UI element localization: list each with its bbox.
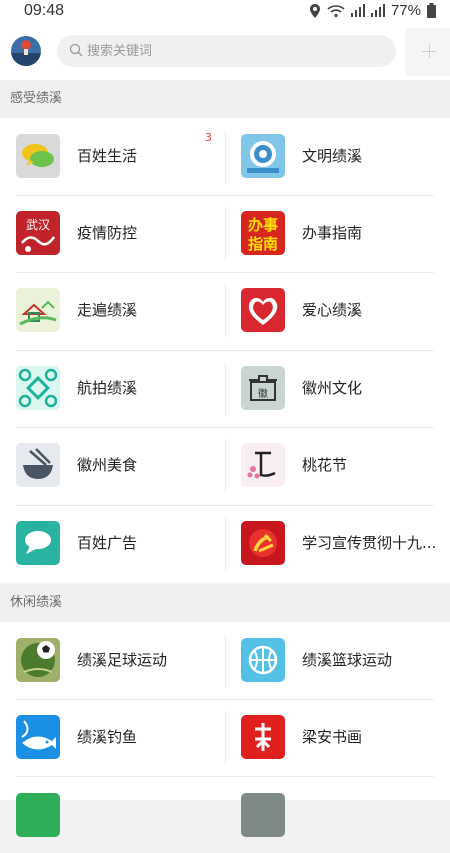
- drone-icon: [16, 366, 60, 410]
- grid-item-label: 徽州美食: [77, 456, 138, 474]
- grid-item-fishing[interactable]: 绩溪钓鱼: [0, 699, 225, 776]
- huizhou-architecture-icon: 徽: [241, 366, 285, 410]
- add-button[interactable]: [406, 28, 450, 76]
- grid-item-label: 绩溪篮球运动: [302, 651, 393, 669]
- status-bar: 09:48 77%: [0, 0, 450, 24]
- svg-text:徽: 徽: [258, 387, 268, 400]
- grid-item-label: 徽州文化: [302, 379, 363, 397]
- grid-item-label: 绩溪钓鱼: [77, 728, 138, 746]
- avatar[interactable]: [11, 36, 41, 66]
- grid-item-label: 学习宣传贯彻十九...: [302, 534, 437, 552]
- grid-item-label: 办事指南: [302, 224, 363, 242]
- grid-item-calligraphy[interactable]: 梁安书画: [225, 699, 450, 776]
- grid-item-label: 走遍绩溪: [77, 301, 138, 319]
- battery-percent: 77%: [390, 2, 421, 19]
- grid-item-partial-right[interactable]: [225, 776, 450, 853]
- grid-item-love-jixi[interactable]: 爱心绩溪: [225, 272, 450, 349]
- grid-item-huizhou-food[interactable]: 徽州美食: [0, 427, 225, 504]
- service-guide-icon: 办事 指南: [241, 211, 285, 255]
- civilization-emblem-icon: [241, 134, 285, 178]
- grid-item-aerial-jixi[interactable]: 航拍绩溪: [0, 350, 225, 427]
- grid-item-public-ads[interactable]: 百姓广告: [0, 505, 225, 582]
- grid-item-huizhou-culture[interactable]: 徽 徽州文化: [225, 350, 450, 427]
- grid-item-travel-jixi[interactable]: 走遍绩溪: [0, 272, 225, 349]
- section-grid-leisure-jixi: 绩溪足球运动 绩溪篮球运动 绩溪钓鱼 梁安书画: [0, 622, 450, 837]
- grid-item-partial-left[interactable]: [0, 776, 225, 853]
- grid-item-label: 文明绩溪: [302, 147, 363, 165]
- grid-item-label: 疫情防控: [77, 224, 138, 242]
- svg-text:办事: 办事: [248, 216, 278, 234]
- grid-item-football[interactable]: 绩溪足球运动: [0, 622, 225, 699]
- party-emblem-icon: [241, 521, 285, 565]
- battery-icon: [427, 3, 436, 18]
- location-icon: [309, 3, 320, 18]
- chat-bubbles-icon: [16, 134, 60, 178]
- grid-item-study-nineteenth[interactable]: 学习宣传贯彻十九...: [225, 505, 450, 582]
- noodle-bowl-icon: [16, 443, 60, 487]
- grid-item-epidemic-control[interactable]: 武汉 疫情防控: [0, 195, 225, 272]
- section-grid-feel-jixi: 百姓生活 3 文明绩溪 武汉 疫情防控 办事指南 办事指南 走遍绩溪 爱心绩溪: [0, 118, 450, 583]
- basketball-icon: [241, 638, 285, 682]
- speech-bubble-icon: [16, 521, 60, 565]
- football-icon: [16, 638, 60, 682]
- grid-item-baixing-life[interactable]: 百姓生活 3: [0, 118, 225, 195]
- grid-item-label: 百姓广告: [77, 534, 138, 552]
- grid-item-label: 桃花节: [302, 456, 348, 474]
- svg-text:指南: 指南: [248, 235, 278, 253]
- status-time: 09:48: [24, 2, 65, 19]
- search-bar[interactable]: [57, 35, 396, 67]
- section-title-leisure-jixi: 休闲绩溪: [0, 584, 450, 622]
- grid-item-civilized-jixi[interactable]: 文明绩溪: [225, 118, 450, 195]
- grid-item-label: 爱心绩溪: [302, 301, 363, 319]
- fishing-icon: [16, 715, 60, 759]
- grid-item-label: 梁安书画: [302, 728, 363, 746]
- calligraphy-icon: [241, 715, 285, 759]
- grid-item-service-guide[interactable]: 办事 指南 办事指南: [225, 195, 450, 272]
- count-badge: 3: [205, 131, 212, 144]
- app-header: [0, 24, 450, 80]
- grid-item-peach-festival[interactable]: 桃花节: [225, 427, 450, 504]
- peach-blossom-icon: [241, 443, 285, 487]
- svg-text:武汉: 武汉: [26, 218, 50, 232]
- landscape-house-icon: [16, 288, 60, 332]
- search-icon: [69, 43, 83, 57]
- grid-item-basketball[interactable]: 绩溪篮球运动: [225, 622, 450, 699]
- wuhan-fight-icon: 武汉: [16, 211, 60, 255]
- grid-item-label: 航拍绩溪: [77, 379, 138, 397]
- grid-item-label: 绩溪足球运动: [77, 651, 168, 669]
- section-title-feel-jixi: 感受绩溪: [0, 80, 450, 118]
- signal-icon: [350, 4, 365, 17]
- heart-icon: [241, 288, 285, 332]
- signal-icon-2: [370, 4, 385, 17]
- wifi-icon: [327, 4, 345, 17]
- grid-item-label: 百姓生活: [77, 147, 138, 165]
- search-input[interactable]: [87, 35, 377, 67]
